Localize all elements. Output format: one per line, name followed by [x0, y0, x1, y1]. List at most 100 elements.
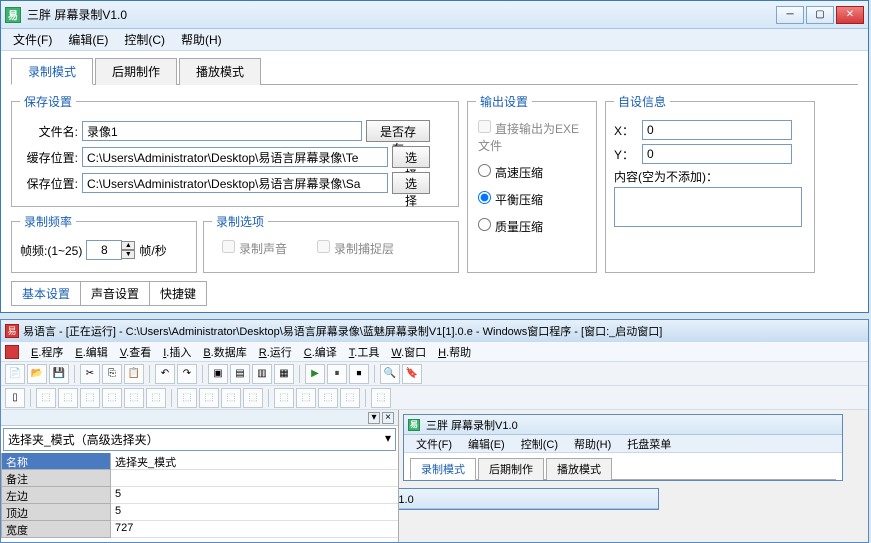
object-selector[interactable]: 选择夹_模式（高级选择夹） ▾ [3, 428, 396, 451]
savepath-input[interactable] [82, 173, 388, 193]
layout12-icon[interactable]: ⬚ [296, 388, 316, 408]
form-designer: 易 三胖 屏幕录制V1.0 文件(F) 编辑(E) 控制(C) 帮助(H) 托盘… [399, 410, 868, 542]
find-icon[interactable]: 🔍 [380, 364, 400, 384]
ide-menu-insert[interactable]: I.插入 [157, 343, 197, 361]
subtab-hotkey[interactable]: 快捷键 [150, 281, 207, 306]
preview-menu-help[interactable]: 帮助(H) [566, 434, 619, 454]
tool-icon[interactable]: ▣ [208, 364, 228, 384]
ide-title-text: 易语言 - [正在运行] - C:\Users\Administrator\De… [23, 323, 864, 339]
run-icon[interactable]: ▶ [305, 364, 325, 384]
fps-input[interactable] [86, 240, 122, 260]
tool2-icon[interactable]: ▤ [230, 364, 250, 384]
preview-menu-ctrl[interactable]: 控制(C) [513, 434, 566, 454]
layout14-icon[interactable]: ⬚ [340, 388, 360, 408]
tab-post[interactable]: 后期制作 [95, 58, 177, 85]
cut-icon[interactable]: ✂ [80, 364, 100, 384]
tool4-icon[interactable]: ▦ [274, 364, 294, 384]
tool3-icon[interactable]: ▥ [252, 364, 272, 384]
prop-row[interactable]: 左边5 [1, 487, 398, 504]
fps-down-icon[interactable]: ▼ [121, 250, 135, 259]
preview-tab-play[interactable]: 播放模式 [546, 458, 612, 480]
layout5-icon[interactable]: ⬚ [124, 388, 144, 408]
cache-select-button[interactable]: 选择 [392, 146, 430, 168]
layout-icon[interactable]: ⬚ [36, 388, 56, 408]
subtab-sound[interactable]: 声音设置 [81, 281, 150, 306]
layout15-icon[interactable]: ⬚ [371, 388, 391, 408]
runtime-window[interactable]: 易 三胖 屏幕录制V1.0 [399, 488, 659, 510]
freq-group: 录制频率 帧频:(1~25) ▲▼ 帧/秒 [11, 213, 197, 273]
ide-menu-db[interactable]: B.数据库 [197, 343, 252, 361]
save-settings-group: 保存设置 文件名: 是否存在 缓存位置: 选择 保存位置: 选择 [11, 93, 459, 207]
layout9-icon[interactable]: ⬚ [221, 388, 241, 408]
y-input[interactable] [642, 144, 792, 164]
undo-icon[interactable]: ↶ [155, 364, 175, 384]
copy-icon[interactable]: ⎘ [102, 364, 122, 384]
ide-menu-help[interactable]: H.帮助 [432, 343, 477, 361]
ide-menu-tools[interactable]: T.工具 [343, 343, 386, 361]
layout11-icon[interactable]: ⬚ [274, 388, 294, 408]
fast-radio[interactable]: 高速压缩 [478, 164, 586, 181]
x-input[interactable] [642, 120, 792, 140]
designer-preview-window[interactable]: 易 三胖 屏幕录制V1.0 文件(F) 编辑(E) 控制(C) 帮助(H) 托盘… [403, 414, 843, 481]
align-left-icon[interactable]: ▯ [5, 388, 25, 408]
cache-input[interactable] [82, 147, 388, 167]
direct-exe-check: 直接输出为EXE文件 [478, 120, 586, 154]
filename-label: 文件名: [20, 123, 78, 140]
layout10-icon[interactable]: ⬚ [243, 388, 263, 408]
preview-tab-post[interactable]: 后期制作 [478, 458, 544, 480]
layout13-icon[interactable]: ⬚ [318, 388, 338, 408]
maximize-button[interactable]: ▢ [806, 6, 834, 24]
ide-menu-edit[interactable]: E.编辑 [69, 343, 113, 361]
layout7-icon[interactable]: ⬚ [177, 388, 197, 408]
menu-edit[interactable]: 编辑(E) [60, 29, 116, 50]
layout2-icon[interactable]: ⬚ [58, 388, 78, 408]
prop-row[interactable]: 备注 [1, 470, 398, 487]
new-icon[interactable]: 📄 [5, 364, 25, 384]
open-icon[interactable]: 📂 [27, 364, 47, 384]
ide-menu-view[interactable]: V.查看 [114, 343, 157, 361]
subtab-basic[interactable]: 基本设置 [11, 281, 81, 306]
menu-file[interactable]: 文件(F) [5, 29, 60, 50]
paste-icon[interactable]: 📋 [124, 364, 144, 384]
content-textarea[interactable] [614, 187, 802, 227]
redo-icon[interactable]: ↷ [177, 364, 197, 384]
preview-menu-file[interactable]: 文件(F) [408, 434, 460, 454]
layout8-icon[interactable]: ⬚ [199, 388, 219, 408]
stop-icon[interactable]: ⏹ [349, 364, 369, 384]
save-legend: 保存设置 [20, 93, 76, 110]
filename-input[interactable] [82, 121, 362, 141]
panel-pin-icon[interactable]: ▾ [368, 412, 380, 424]
fps-label: 帧频:(1~25) [20, 242, 82, 259]
close-button[interactable]: ✕ [836, 6, 864, 24]
fps-up-icon[interactable]: ▲ [121, 241, 135, 250]
minimize-button[interactable]: ─ [776, 6, 804, 24]
prop-row[interactable]: 名称选择夹_模式 [1, 453, 398, 470]
layout6-icon[interactable]: ⬚ [146, 388, 166, 408]
ide-app-icon: 易 [5, 324, 19, 338]
preview-menu-tray[interactable]: 托盘菜单 [619, 434, 679, 454]
ide-menu-compile[interactable]: C.编译 [298, 343, 343, 361]
exists-button[interactable]: 是否存在 [366, 120, 430, 142]
prop-row[interactable]: 宽度727 [1, 521, 398, 538]
panel-close-icon[interactable]: × [382, 412, 394, 424]
ide-menu-run[interactable]: R.运行 [253, 343, 298, 361]
menu-control[interactable]: 控制(C) [116, 29, 173, 50]
bookmark-icon[interactable]: 🔖 [402, 364, 422, 384]
savepath-select-button[interactable]: 选择 [392, 172, 430, 194]
ide-menu-program[interactable]: E.程序 [25, 343, 69, 361]
preview-tab-record[interactable]: 录制模式 [410, 458, 476, 480]
prop-row[interactable]: 顶边5 [1, 504, 398, 521]
ide-menubar: E.程序 E.编辑 V.查看 I.插入 B.数据库 R.运行 C.编译 T.工具… [1, 342, 868, 362]
balance-radio[interactable]: 平衡压缩 [478, 191, 586, 208]
pause-icon[interactable]: ⏸ [327, 364, 347, 384]
menu-help[interactable]: 帮助(H) [173, 29, 230, 50]
save-icon[interactable]: 💾 [49, 364, 69, 384]
tab-record[interactable]: 录制模式 [11, 58, 93, 85]
quality-radio[interactable]: 质量压缩 [478, 218, 586, 235]
layout4-icon[interactable]: ⬚ [102, 388, 122, 408]
preview-menu-edit[interactable]: 编辑(E) [460, 434, 513, 454]
layout3-icon[interactable]: ⬚ [80, 388, 100, 408]
ide-menu-window[interactable]: W.窗口 [385, 343, 432, 361]
fps-spinner[interactable]: ▲▼ [86, 240, 135, 260]
tab-play[interactable]: 播放模式 [179, 58, 261, 85]
